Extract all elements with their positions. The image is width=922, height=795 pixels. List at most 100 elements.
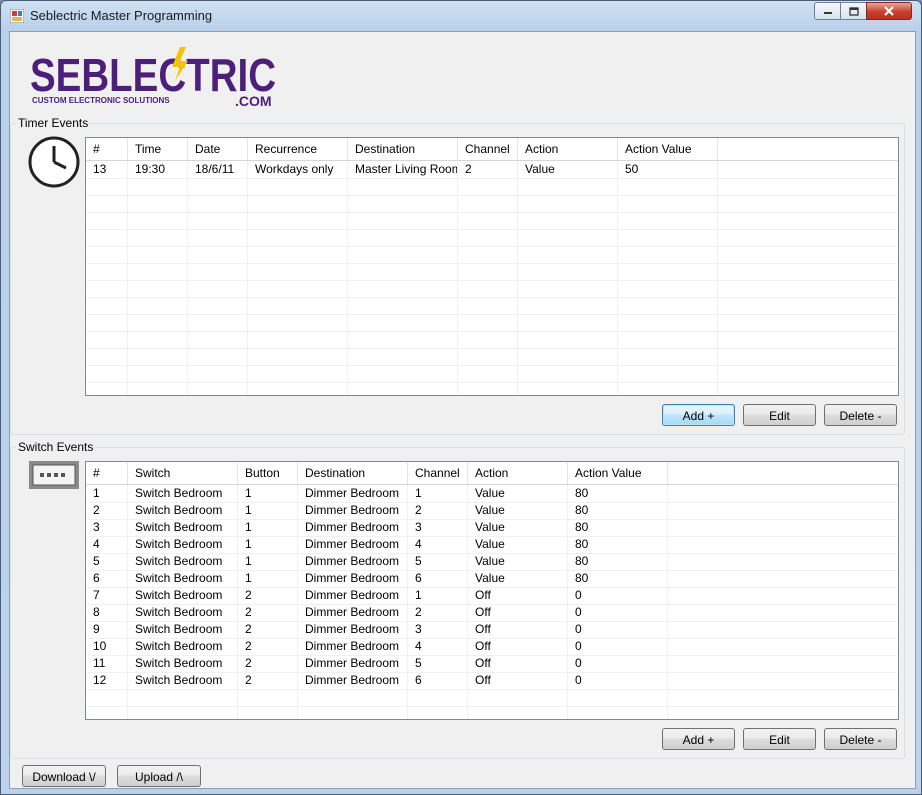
table-cell: 11	[93, 656, 106, 670]
table-cell: Value	[525, 162, 555, 176]
column-divider	[617, 161, 618, 395]
column-divider	[347, 161, 348, 395]
table-row[interactable]: 4 Switch Bedroom 1 Dimmer Bedroom 4 Value 80	[86, 536, 898, 553]
table-cell: Switch Bedroom	[135, 537, 223, 551]
timer-events-group: Timer Events # Time Date Recurrence Destinat…	[10, 116, 905, 435]
table-cell: 5	[415, 554, 422, 568]
column-header[interactable]: #	[86, 138, 128, 160]
upload-button[interactable]: Upload /\	[117, 765, 201, 787]
row-divider	[86, 178, 898, 179]
table-cell: 6	[93, 571, 100, 585]
table-row[interactable]: 6 Switch Bedroom 1 Dimmer Bedroom 6 Value 80	[86, 570, 898, 587]
table-cell: Off	[475, 673, 491, 687]
table-row[interactable]: 3 Switch Bedroom 1 Dimmer Bedroom 3 Value 80	[86, 519, 898, 536]
download-button[interactable]: Download \/	[22, 765, 106, 787]
table-cell: Value	[475, 554, 505, 568]
column-header[interactable]: Destination	[348, 138, 458, 160]
table-cell: 2	[415, 503, 422, 517]
column-header[interactable]: Destination	[298, 462, 408, 484]
column-header[interactable]: Button	[238, 462, 298, 484]
timer-add-button[interactable]: Add +	[662, 404, 735, 426]
table-row[interactable]: 2 Switch Bedroom 1 Dimmer Bedroom 2 Value 80	[86, 502, 898, 519]
row-divider	[86, 382, 898, 383]
table-cell: 80	[575, 537, 589, 551]
column-header[interactable]: Recurrence	[248, 138, 348, 160]
table-cell: 4	[93, 537, 100, 551]
table-cell: Off	[475, 639, 491, 653]
switch-add-button[interactable]: Add +	[662, 728, 735, 750]
table-row[interactable]: 8 Switch Bedroom 2 Dimmer Bedroom 2 Off 0	[86, 604, 898, 621]
column-header[interactable]: Action Value	[618, 138, 718, 160]
column-header[interactable]: Time	[128, 138, 188, 160]
switch-events-table[interactable]: # Switch Button Destination Channel Action Act…	[85, 461, 899, 720]
clock-icon	[28, 136, 80, 188]
table-cell: Dimmer Bedroom	[305, 520, 400, 534]
table-cell: 0	[575, 639, 582, 653]
table-cell: 13	[93, 162, 107, 176]
table-row[interactable]: 10 Switch Bedroom 2 Dimmer Bedroom 4 Off 0	[86, 638, 898, 655]
table-cell: Value	[475, 520, 505, 534]
table-row[interactable]: 12 Switch Bedroom 2 Dimmer Bedroom 6 Off 0	[86, 672, 898, 689]
table-cell: Dimmer Bedroom	[305, 554, 400, 568]
table-row[interactable]: 9 Switch Bedroom 2 Dimmer Bedroom 3 Off 0	[86, 621, 898, 638]
table-cell: Value	[475, 571, 505, 585]
table-row[interactable]: 1 Switch Bedroom 1 Dimmer Bedroom 1 Value 80	[86, 485, 898, 502]
table-cell: 0	[575, 673, 582, 687]
seblectric-logo: SEBLECTRIC CUSTOM ELECTRONIC SOLUTIONS .…	[30, 47, 276, 109]
table-cell: 80	[575, 503, 589, 517]
app-icon	[10, 9, 24, 23]
table-cell: 80	[575, 486, 589, 500]
table-cell: Switch Bedroom	[135, 571, 223, 585]
app-window: Seblectric Master Programming SEBLECTRIC…	[0, 0, 922, 795]
column-header[interactable]: Channel	[408, 462, 468, 484]
table-cell: 50	[625, 162, 639, 176]
table-cell: Switch Bedroom	[135, 605, 223, 619]
table-cell: 80	[575, 571, 589, 585]
table-cell: 1	[245, 503, 252, 517]
switch-delete-button[interactable]: Delete -	[824, 728, 897, 750]
row-divider	[86, 314, 898, 315]
title-bar[interactable]: Seblectric Master Programming	[1, 1, 921, 31]
column-header[interactable]: Action Value	[568, 462, 668, 484]
column-divider	[127, 161, 128, 395]
table-cell: 12	[93, 673, 107, 687]
table-cell: Dimmer Bedroom	[305, 486, 400, 500]
table-cell: Switch Bedroom	[135, 554, 223, 568]
table-cell: Dimmer Bedroom	[305, 537, 400, 551]
table-cell: Switch Bedroom	[135, 656, 223, 670]
timer-edit-button[interactable]: Edit	[743, 404, 816, 426]
table-cell: 4	[415, 639, 422, 653]
table-cell: 19:30	[135, 162, 166, 176]
close-button[interactable]	[866, 2, 912, 20]
table-cell: 2	[245, 605, 252, 619]
table-cell: 2	[465, 162, 472, 176]
switch-panel-icon	[29, 461, 79, 489]
row-divider	[86, 246, 898, 247]
column-header[interactable]: Date	[188, 138, 248, 160]
table-cell: 1	[245, 486, 252, 500]
switch-edit-button[interactable]: Edit	[743, 728, 816, 750]
client-area: SEBLECTRIC CUSTOM ELECTRONIC SOLUTIONS .…	[9, 31, 916, 789]
table-row[interactable]: 11 Switch Bedroom 2 Dimmer Bedroom 5 Off 0	[86, 655, 898, 672]
table-row[interactable]: 7 Switch Bedroom 2 Dimmer Bedroom 1 Off 0	[86, 587, 898, 604]
table-cell: 0	[575, 656, 582, 670]
timer-events-table[interactable]: # Time Date Recurrence Destination Channel Act…	[85, 137, 899, 396]
column-header[interactable]: Switch	[128, 462, 238, 484]
table-cell: 3	[93, 520, 100, 534]
column-header[interactable]: Channel	[458, 138, 518, 160]
table-cell: 18/6/11	[195, 162, 235, 176]
maximize-button[interactable]	[840, 2, 867, 20]
table-cell: 1	[415, 486, 422, 500]
table-cell: Dimmer Bedroom	[305, 588, 400, 602]
table-cell: 1	[245, 554, 252, 568]
table-row[interactable]: 13 19:30 18/6/11 Workdays only Master Living…	[86, 161, 898, 178]
minimize-button[interactable]	[814, 2, 841, 20]
table-cell: Dimmer Bedroom	[305, 673, 400, 687]
table-row[interactable]: 5 Switch Bedroom 1 Dimmer Bedroom 5 Value 80	[86, 553, 898, 570]
table-cell: Dimmer Bedroom	[305, 656, 400, 670]
column-header[interactable]: Action	[468, 462, 568, 484]
timer-delete-button[interactable]: Delete -	[824, 404, 897, 426]
column-header[interactable]: #	[86, 462, 128, 484]
svg-text:CUSTOM ELECTRONIC SOLUTIONS: CUSTOM ELECTRONIC SOLUTIONS	[32, 96, 170, 105]
column-header[interactable]: Action	[518, 138, 618, 160]
